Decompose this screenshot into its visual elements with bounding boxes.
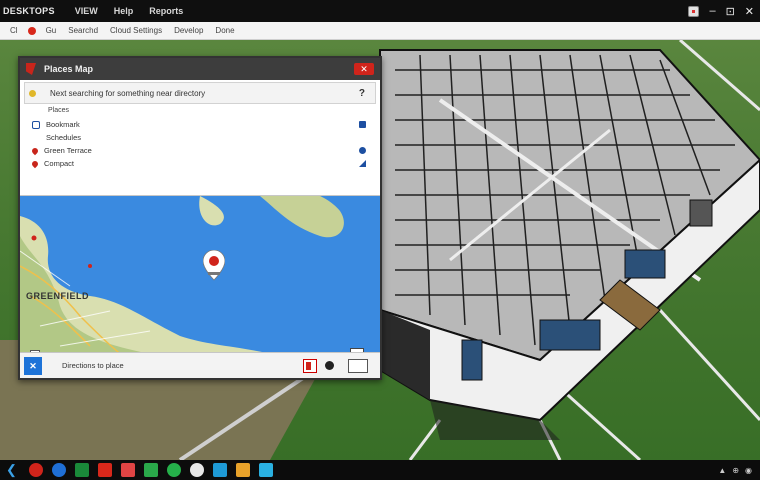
map-place-label: GREENFIELD — [26, 291, 90, 301]
result-label: Green Terrace — [44, 146, 92, 155]
browser-icon[interactable] — [29, 463, 43, 477]
result-label: Schedules — [46, 133, 82, 142]
system-tray: ▲ ⊕ ◉ — [718, 466, 760, 475]
footer-text: Directions to place — [62, 361, 124, 370]
mail-icon[interactable] — [98, 463, 112, 477]
tray-arrow-icon[interactable]: ▲ — [718, 466, 726, 475]
browser-item-gu[interactable]: Gu — [40, 26, 63, 35]
menu-help[interactable]: Help — [106, 6, 142, 16]
list-item[interactable]: Bookmark — [20, 118, 380, 131]
folder-icon[interactable] — [236, 463, 250, 477]
browser-item-cloud-settings[interactable]: Cloud Settings — [104, 26, 168, 35]
window-title: Places Map — [44, 64, 94, 74]
list-item[interactable]: Compact — [20, 157, 380, 170]
window-controls: – ⊡ ✕ — [688, 5, 760, 18]
pin-icon — [30, 146, 40, 155]
os-brand: DESKTOPS — [3, 6, 55, 16]
pin-icon — [30, 159, 40, 168]
navigate-icon[interactable] — [359, 160, 366, 167]
browser-item-develop[interactable]: Develop — [168, 26, 209, 35]
stop-icon[interactable] — [359, 121, 366, 128]
browser-item-done[interactable]: Done — [209, 26, 240, 35]
browser-item-cl[interactable]: Cl — [4, 26, 24, 35]
search-bar: ? — [24, 82, 376, 104]
photos-icon[interactable] — [121, 463, 135, 477]
app-badge-icon[interactable] — [688, 5, 700, 17]
close-button[interactable]: ✕ — [745, 5, 754, 18]
browser-item-searchd[interactable]: Searchd — [62, 26, 104, 35]
fullscreen-button[interactable] — [348, 358, 368, 373]
volume-icon[interactable]: ◉ — [745, 466, 752, 475]
map-terrain — [20, 196, 380, 368]
search-input[interactable] — [50, 88, 320, 98]
terminal-icon[interactable] — [75, 463, 89, 477]
back-icon[interactable]: ❮ — [6, 463, 20, 477]
messages-icon[interactable] — [144, 463, 158, 477]
settings-dot-icon[interactable] — [325, 361, 334, 370]
window-title-bar: Places Map ✕ — [20, 58, 380, 80]
results-list: Places Bookmark Schedules Green Terrace … — [20, 104, 380, 196]
results-header: Places — [48, 107, 70, 114]
bookmark-icon — [32, 120, 40, 129]
footer-app-icon[interactable]: ✕ — [24, 356, 42, 375]
menu-view[interactable]: VIEW — [67, 6, 106, 16]
browser-logo-icon[interactable] — [27, 26, 36, 35]
os-title-bar: DESKTOPS VIEW Help Reports – ⊡ ✕ — [0, 0, 760, 22]
minimize-button[interactable]: – — [709, 5, 715, 17]
list-item[interactable]: Schedules — [20, 131, 380, 144]
window-close-button[interactable]: ✕ — [354, 63, 374, 75]
location-dot-icon — [29, 89, 36, 97]
maps-icon[interactable] — [167, 463, 181, 477]
map-view[interactable]: GREENFIELD — [20, 196, 380, 368]
menu-reports[interactable]: Reports — [141, 6, 191, 16]
window-footer: ✕ Directions to place — [20, 352, 380, 378]
result-label: Compact — [44, 159, 75, 168]
notes-icon[interactable] — [213, 463, 227, 477]
browser-toolbar: Cl Gu Searchd Cloud Settings Develop Don… — [0, 22, 760, 40]
info-icon[interactable] — [359, 147, 366, 154]
help-icon[interactable]: ? — [359, 88, 365, 99]
list-item[interactable]: Green Terrace — [20, 144, 380, 157]
record-button[interactable] — [303, 358, 317, 373]
globe-icon[interactable] — [52, 463, 66, 477]
result-label: Bookmark — [46, 120, 80, 129]
store-icon[interactable] — [259, 463, 273, 477]
chat-icon[interactable] — [190, 463, 204, 477]
network-icon[interactable]: ⊕ — [732, 466, 739, 475]
blank-icon — [32, 134, 40, 142]
location-pin-icon[interactable] — [203, 250, 225, 286]
taskbar: ❮ ▲ ⊕ ◉ — [0, 460, 760, 480]
maps-window: Places Map ✕ ? Places Bookmark Schedules… — [18, 56, 382, 380]
maximize-button[interactable]: ⊡ — [726, 5, 735, 18]
app-logo-icon — [26, 63, 36, 75]
